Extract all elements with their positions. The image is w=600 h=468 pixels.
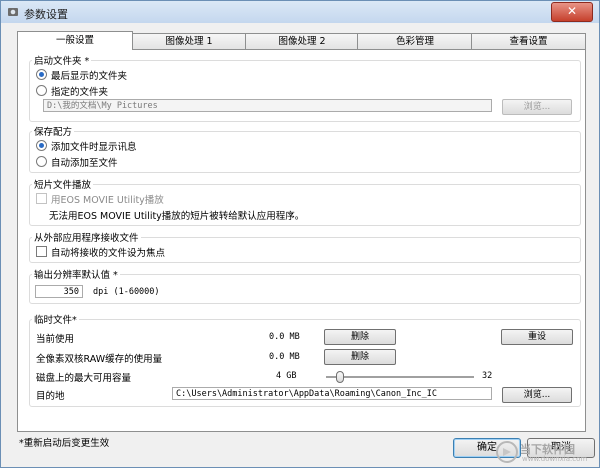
startup-folder-group: 启动文件夹 * 最后显示的文件夹 指定的文件夹 D:\我的文档\My Pictu… <box>29 53 581 122</box>
delete-current-button[interactable]: 删除 <box>324 329 396 345</box>
reset-button[interactable]: 重设 <box>501 329 573 345</box>
radio-specified-folder[interactable]: 指定的文件夹 <box>36 84 108 98</box>
tab-view-settings[interactable]: 查看设置 <box>471 33 586 49</box>
tab-image-processing-1[interactable]: 图像处理 1 <box>131 33 247 49</box>
save-recipe-group: 保存配方 添加文件时显示讯息 自动添加至文件 <box>29 124 581 173</box>
delete-cache-button[interactable]: 删除 <box>324 349 396 365</box>
close-icon: ✕ <box>566 4 578 18</box>
radio-indicator <box>36 69 47 80</box>
general-settings-panel: 启动文件夹 * 最后显示的文件夹 指定的文件夹 D:\我的文档\My Pictu… <box>17 49 586 432</box>
tab-general[interactable]: 一般设置 <box>17 31 133 50</box>
watermark: 当下软件园 www.downxia.com <box>496 441 596 467</box>
tab-image-processing-2[interactable]: 图像处理 2 <box>245 33 359 49</box>
raw-cache-value: 0.0 MB <box>269 352 300 362</box>
destination-label: 目的地 <box>36 391 65 402</box>
current-usage-label: 当前使用 <box>36 334 75 345</box>
current-usage-value: 0.0 MB <box>269 332 300 342</box>
destination-browse-button[interactable]: 浏览... <box>502 387 572 403</box>
resolution-unit: dpi (1-60000) <box>93 287 160 297</box>
slider-track <box>326 376 474 378</box>
window-title: 参数设置 <box>24 8 68 21</box>
radio-indicator <box>36 140 47 151</box>
close-button[interactable]: ✕ <box>551 2 593 22</box>
startup-folder-path-field[interactable]: D:\我的文档\My Pictures <box>43 99 492 112</box>
title-bar: 参数设置 ✕ <box>1 1 599 23</box>
movie-playback-note: 无法用EOS MOVIE Utility播放的短片被转给默认应用程序。 <box>49 211 305 222</box>
restart-note: *重新启动后变更生效 <box>19 438 110 449</box>
radio-indicator <box>36 85 47 96</box>
slider-min-label: 4 GB <box>276 371 297 381</box>
radio-last-folder[interactable]: 最后显示的文件夹 <box>36 68 127 82</box>
raw-cache-label: 全像素双核RAW缓存的使用量 <box>36 354 163 365</box>
resolution-group: 输出分辨率默认值 * 350 dpi (1-60000) <box>29 267 581 304</box>
destination-path-field[interactable]: C:\Users\Administrator\AppData\Roaming\C… <box>172 387 492 400</box>
disk-capacity-slider[interactable] <box>326 371 474 383</box>
tab-color-management[interactable]: 色彩管理 <box>357 33 473 49</box>
radio-show-message[interactable]: 添加文件时显示讯息 <box>36 139 137 153</box>
movie-playback-title: 短片文件播放 <box>32 177 94 191</box>
radio-indicator <box>36 156 47 167</box>
external-receive-group: 从外部应用程序接收文件 自动将接收的文件设为焦点 <box>29 230 581 263</box>
disk-capacity-label: 磁盘上的最大可用容量 <box>36 373 132 384</box>
app-icon <box>8 8 18 16</box>
preferences-window: 参数设置 ✕ 一般设置 图像处理 1 图像处理 2 色彩管理 查看设置 启动文件… <box>0 0 600 468</box>
startup-browse-button[interactable]: 浏览... <box>502 99 572 115</box>
temp-files-title: 临时文件* <box>32 312 79 326</box>
watermark-url: www.downxia.com <box>522 455 588 463</box>
radio-auto-add[interactable]: 自动添加至文件 <box>36 155 118 169</box>
watermark-logo-icon <box>496 441 518 463</box>
startup-folder-title: 启动文件夹 * <box>32 53 92 67</box>
slider-thumb[interactable] <box>336 371 344 383</box>
checkbox-eos-movie-utility[interactable]: 用EOS MOVIE Utility播放 <box>36 192 164 206</box>
checkbox-indicator <box>36 246 47 257</box>
checkbox-focus-received[interactable]: 自动将接收的文件设为焦点 <box>36 245 165 259</box>
resolution-title: 输出分辨率默认值 * <box>32 267 120 281</box>
slider-max-label: 32 <box>482 371 493 381</box>
resolution-input[interactable]: 350 <box>35 285 83 298</box>
temp-files-group: 临时文件* 当前使用 0.0 MB 删除 重设 全像素双核RAW缓存的使用量 0… <box>29 312 581 407</box>
external-receive-title: 从外部应用程序接收文件 <box>32 230 141 244</box>
save-recipe-title: 保存配方 <box>32 124 75 138</box>
movie-playback-group: 短片文件播放 用EOS MOVIE Utility播放 无法用EOS MOVIE… <box>29 177 581 226</box>
checkbox-indicator <box>36 193 47 204</box>
